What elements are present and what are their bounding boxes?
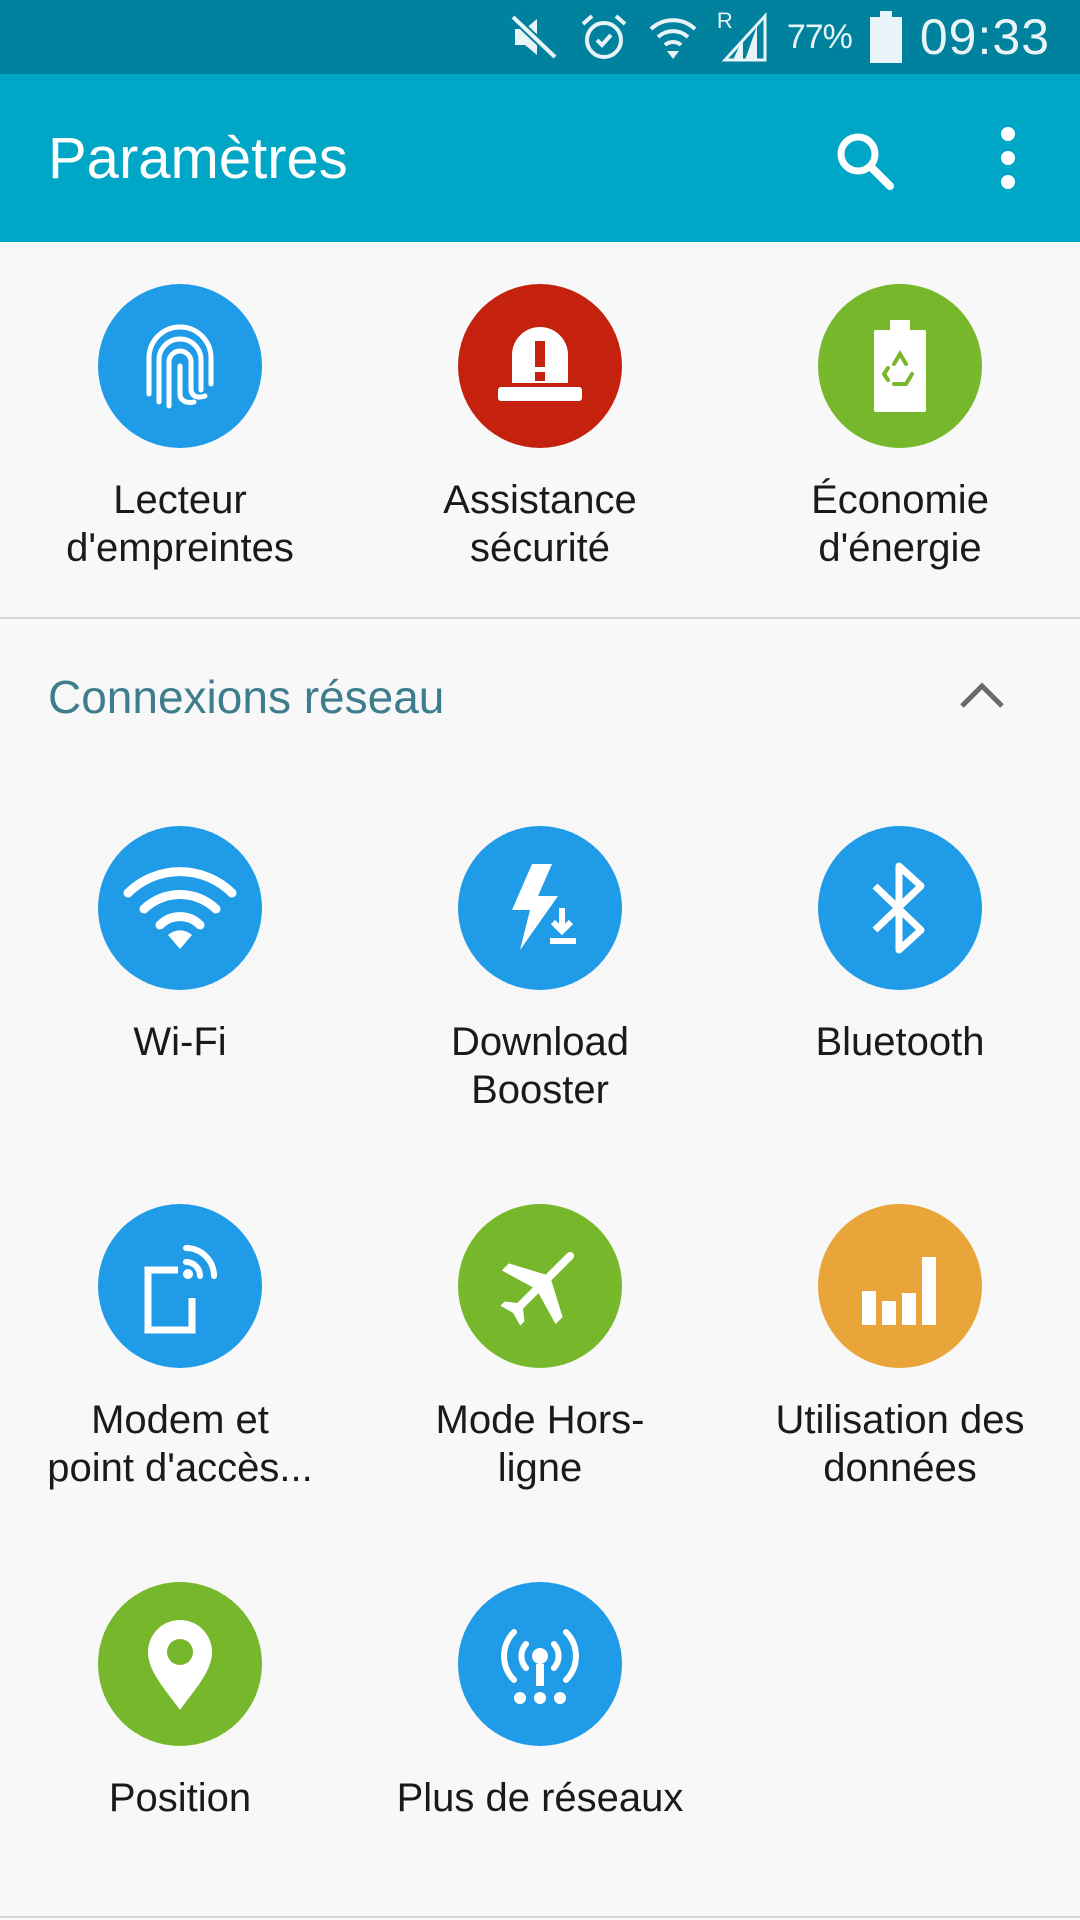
section-title: Connexions réseau — [48, 671, 445, 723]
hotspot-icon — [144, 1245, 217, 1334]
cell-signal: R — [717, 8, 769, 62]
network-item-label: Mode Hors- ligne — [435, 1398, 645, 1490]
network-item-label: Utilisation des données — [775, 1398, 1025, 1490]
more-networks-icon — [501, 1629, 579, 1704]
network-item-label: Plus de réseaux — [396, 1776, 684, 1820]
quick-item-label: Assistance sécurité — [443, 478, 637, 570]
data-usage-icon — [862, 1257, 936, 1325]
network-item-download-booster[interactable]: Download Booster — [360, 826, 720, 1126]
more-vert-icon — [1001, 127, 1015, 189]
more-options-button[interactable] — [984, 122, 1032, 194]
network-item-airplane-mode[interactable]: Mode Hors- ligne — [360, 1204, 720, 1504]
location-icon-circle — [98, 1582, 262, 1746]
wifi-icon-circle — [98, 826, 262, 990]
network-item-label: Wi-Fi — [133, 1020, 227, 1064]
battery-percent: 77% — [786, 17, 853, 56]
divider — [0, 1916, 1080, 1918]
mute-icon — [510, 14, 558, 60]
network-item-label: Modem et point d'accès... — [47, 1398, 313, 1490]
battery-recycle-icon — [874, 320, 926, 412]
collapse-button[interactable] — [956, 670, 1008, 722]
more-networks-icon-circle — [458, 1582, 622, 1746]
download-booster-icon-circle — [458, 826, 622, 990]
network-item-data-usage[interactable]: Utilisation des données — [720, 1204, 1080, 1504]
emergency-icon-circle — [458, 284, 622, 448]
wifi-icon — [123, 867, 237, 949]
bluetooth-icon — [872, 862, 925, 954]
airplane-icon — [500, 1251, 575, 1326]
quick-item-label: Lecteur d'empreintes — [66, 478, 294, 570]
network-item-label: Bluetooth — [815, 1020, 985, 1064]
network-item-label: Download Booster — [451, 1020, 629, 1112]
airplane-icon-circle — [458, 1204, 622, 1368]
cell-signal-icon — [721, 12, 767, 62]
hotspot-icon-circle — [98, 1204, 262, 1368]
download-booster-icon — [512, 864, 576, 950]
quick-item-label: Économie d'énergie — [811, 478, 989, 570]
divider — [0, 617, 1080, 619]
location-pin-icon — [148, 1620, 212, 1710]
quick-item-security-assistance[interactable]: Assistance sécurité — [360, 284, 720, 584]
power-saving-icon-circle — [818, 284, 982, 448]
wifi-signal-icon — [649, 18, 697, 59]
page-title: Paramètres — [48, 126, 348, 191]
network-item-bluetooth[interactable]: Bluetooth — [720, 826, 1080, 1126]
battery-icon — [869, 11, 902, 63]
emergency-alert-icon — [498, 327, 582, 401]
data-usage-icon-circle — [818, 1204, 982, 1368]
quick-item-fingerprint[interactable]: Lecteur d'empreintes — [0, 284, 360, 584]
quick-item-power-saving[interactable]: Économie d'énergie — [720, 284, 1080, 584]
app-bar: Paramètres — [0, 74, 1080, 242]
fingerprint-icon — [146, 324, 214, 409]
status-bar: R 77% 09:33 — [0, 0, 1080, 74]
search-button[interactable] — [832, 128, 896, 192]
search-icon — [837, 133, 894, 190]
clock: 09:33 — [919, 9, 1050, 65]
fingerprint-icon-circle — [98, 284, 262, 448]
alarm-icon — [581, 14, 627, 59]
network-item-hotspot[interactable]: Modem et point d'accès... — [0, 1204, 360, 1504]
chevron-up-icon — [960, 682, 1004, 708]
network-item-location[interactable]: Position — [0, 1582, 360, 1882]
network-item-label: Position — [108, 1776, 252, 1820]
network-item-more-networks[interactable]: Plus de réseaux — [360, 1582, 720, 1882]
bluetooth-icon-circle — [818, 826, 982, 990]
network-item-wifi[interactable]: Wi-Fi — [0, 826, 360, 1126]
section-header-network[interactable]: Connexions réseau — [0, 640, 1080, 750]
